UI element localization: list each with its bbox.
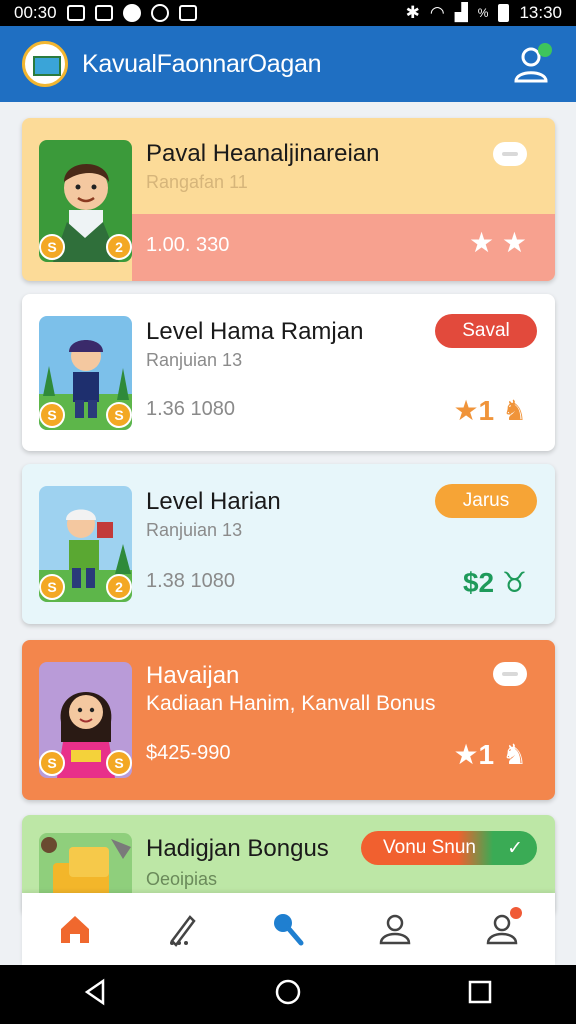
clock-notification-icon (150, 4, 169, 22)
coin-icon: S (39, 574, 65, 600)
avatar: S 2 (39, 486, 132, 602)
nav-home[interactable] (45, 899, 105, 959)
avatar: S S (39, 662, 132, 778)
home-circle-icon (275, 979, 301, 1005)
avatar: S S (39, 316, 132, 430)
notification-badge (509, 907, 522, 919)
card-title: Level Hama Ramjan (146, 318, 364, 345)
card-subtitle: Ranjuian 13 (146, 350, 243, 370)
card-subtitle: Kadiaan Hanim, Kanvall Bonus (146, 692, 436, 715)
coin-icon: S (106, 402, 132, 428)
collapse-button[interactable] (493, 662, 527, 686)
card-title: Level Harian (146, 488, 281, 515)
app-bar: KavualFaonnarOagan (0, 26, 576, 102)
saval-badge-button[interactable]: Saval (435, 314, 537, 348)
bonus-button[interactable]: Vonu Snun ✓ (361, 831, 537, 865)
card-title: Paval Heanaljinareian (146, 140, 380, 167)
bottom-nav (22, 893, 555, 965)
nav-profile[interactable] (365, 899, 425, 959)
reward-value: ★1 ♞ (453, 395, 527, 426)
reward-value: ★ ★ (469, 227, 527, 258)
card-amount: 1.36 1080 (146, 398, 235, 420)
collapse-button[interactable] (493, 142, 527, 166)
coin-icon: S (106, 750, 132, 776)
nav-search[interactable] (258, 899, 318, 959)
app-title: KavualFaonnarOagan (82, 49, 322, 78)
coin-icon: S (39, 750, 65, 776)
back-icon (84, 978, 105, 1006)
edit-icon (169, 915, 196, 947)
home-icon (61, 916, 90, 943)
recents-button[interactable] (465, 977, 495, 1012)
jarus-badge-button[interactable]: Jarus (435, 484, 537, 518)
checkmark-icon: ✓ (507, 837, 523, 859)
coin-icon: S (39, 402, 65, 428)
profile-button[interactable] (508, 41, 554, 87)
battery-icon (498, 4, 510, 22)
card-amount: $425-990 (146, 742, 231, 764)
bonus-button-label: Vonu Snun (383, 837, 476, 858)
nav-edit[interactable] (152, 899, 212, 959)
back-button[interactable] (81, 977, 111, 1012)
card-subtitle: Oeoipias (146, 869, 218, 889)
battery-percent: % (477, 6, 489, 20)
list-item[interactable]: S 2 Level Harian Ranjuian 13 1.38 1080 J… (22, 464, 555, 624)
status-time-left: 00:30 (14, 3, 57, 22)
mail-notification-icon (178, 5, 197, 21)
wifi-icon: ◠ (429, 3, 445, 22)
reward-value: ★1 ♞ (453, 739, 527, 770)
bluetooth-icon: ✱ (405, 3, 420, 22)
online-indicator (538, 43, 552, 57)
recents-icon (468, 980, 492, 1004)
list-item[interactable]: S 2 Paval Heanaljinareian Rangafan 11 1.… (22, 118, 555, 281)
image-notification-icon (66, 5, 85, 21)
status-time-right: 13:30 (519, 3, 562, 22)
list-item[interactable]: S S Level Hama Ramjan Ranjuian 13 1.36 1… (22, 294, 555, 451)
search-icon (274, 914, 304, 946)
file-notification-icon (94, 5, 113, 21)
card-amount: 1.38 1080 (146, 570, 235, 592)
coin-icon: S (39, 234, 65, 260)
system-nav-bar (0, 965, 576, 1024)
user-icon (379, 914, 411, 945)
nav-notifications[interactable] (472, 899, 532, 959)
app-logo (22, 41, 68, 87)
reward-value: $2 ♉ (462, 567, 527, 598)
app-notification-icon (122, 4, 141, 22)
card-title: Hadigjan Bongus (146, 835, 329, 862)
home-button[interactable] (273, 977, 303, 1012)
avatar: S 2 (39, 140, 132, 262)
card-amount: 1.00. 330 (146, 234, 230, 256)
list-item[interactable]: S S Havaijan Kadiaan Hanim, Kanvall Bonu… (22, 640, 555, 800)
status-bar: 00:30 ✱ ◠ ▟ % 13:30 (0, 0, 576, 26)
card-subtitle: Ranjuian 13 (146, 520, 243, 540)
card-title: Havaijan (146, 662, 240, 689)
coin-icon: 2 (106, 234, 132, 260)
coin-icon: 2 (106, 574, 132, 600)
signal-icon: ▟ (454, 3, 468, 22)
card-subtitle: Rangafan 11 (146, 172, 248, 192)
